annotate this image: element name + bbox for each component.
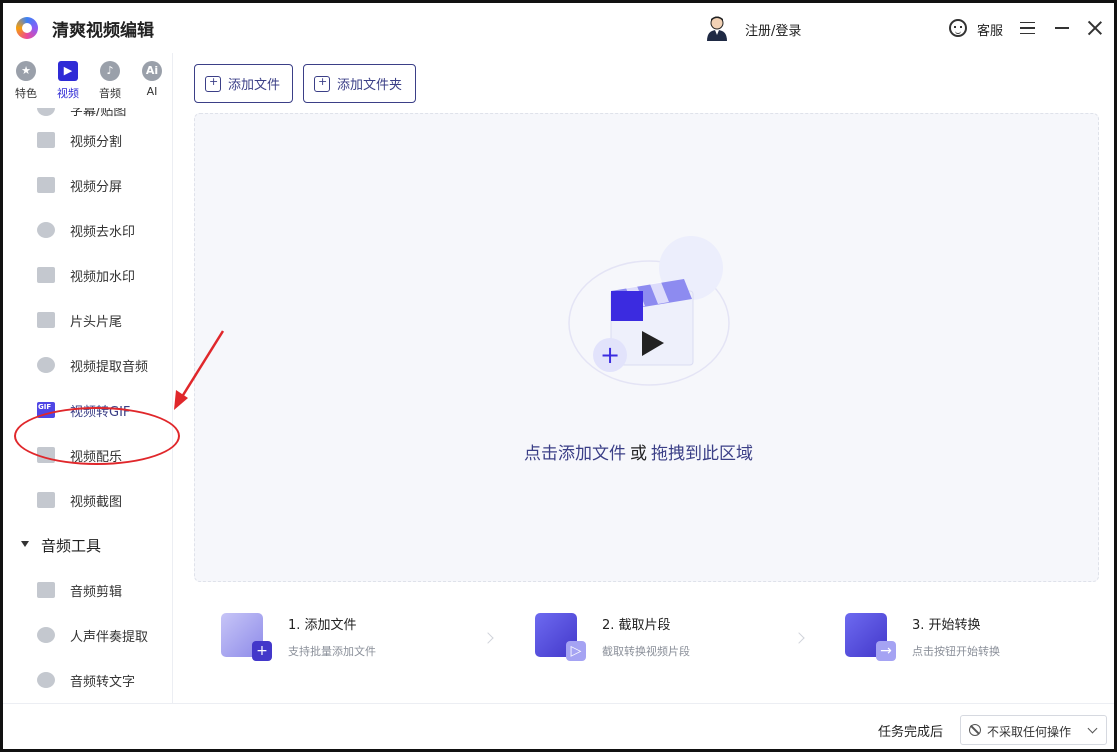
task-complete-label: 任务完成后: [878, 725, 944, 740]
add-folder-button[interactable]: 添加文件夹: [303, 64, 416, 103]
click-add-link[interactable]: 点击添加文件: [524, 444, 626, 464]
tool-label: 片头片尾: [70, 315, 123, 330]
workflow-steps: + 1. 添加文件 支持批量添加文件 ▷ 2. 截取片段 截取转换视频片段 → …: [194, 598, 1099, 678]
or-text: 或: [630, 444, 647, 464]
app-window: 清爽视频编辑 注册/登录 客服 ★ 特色 ▶ 视频 ♪ 音频 Ai AI 字幕/…: [0, 0, 1117, 752]
tab-featured[interactable]: ★ 特色: [8, 61, 44, 101]
speech-to-text-icon: [37, 672, 55, 688]
chevron-down-icon: [21, 541, 29, 547]
step-trim: ▷ 2. 截取片段 截取转换视频片段: [535, 608, 795, 668]
login-link[interactable]: 注册/登录: [745, 20, 801, 39]
close-icon[interactable]: [1087, 20, 1103, 36]
menu-icon[interactable]: [1020, 22, 1035, 34]
tool-label: 视频加水印: [70, 270, 136, 285]
tool-item-remove-watermark[interactable]: 视频去水印: [3, 208, 172, 253]
ai-icon: Ai: [142, 61, 162, 81]
step-title: 3. 开始转换: [912, 618, 981, 633]
tool-item-intro-outro[interactable]: 片头片尾: [3, 298, 172, 343]
star-icon: ★: [16, 61, 36, 81]
vocal-extract-icon: [37, 627, 55, 643]
tool-list: 字幕/贴图 视频分割 视频分屏 视频去水印 视频加水印 片头片尾 视频提取音频 …: [3, 98, 172, 703]
split-screen-icon: [37, 177, 55, 193]
tab-video[interactable]: ▶ 视频: [50, 61, 86, 101]
trim-step-icon: ▷: [535, 613, 586, 661]
add-file-step-icon: +: [221, 613, 272, 661]
tool-item-split-screen[interactable]: 视频分屏: [3, 163, 172, 208]
audio-section-header[interactable]: 音频工具: [3, 523, 172, 568]
ban-icon: [969, 724, 981, 736]
tool-label: 视频分割: [70, 135, 123, 150]
category-tabs: ★ 特色 ▶ 视频 ♪ 音频 Ai AI: [3, 53, 172, 108]
tool-item-extract-audio[interactable]: 视频提取音频: [3, 343, 172, 388]
tool-item-screenshot[interactable]: 视频截图: [3, 478, 172, 523]
extract-audio-icon: [37, 357, 55, 373]
convert-step-icon: →: [845, 613, 896, 661]
tool-label: 视频去水印: [70, 225, 136, 240]
annotation-arrow-icon: [174, 330, 225, 410]
chevron-right-icon: [482, 632, 494, 644]
tool-item-split[interactable]: 视频分割: [3, 118, 172, 163]
tool-label: 视频分屏: [70, 180, 123, 195]
tool-item-audio-cut[interactable]: 音频剪辑: [3, 568, 172, 613]
tab-ai[interactable]: Ai AI: [134, 61, 170, 98]
bottom-bar: 任务完成后 不采取任何操作: [3, 703, 1114, 749]
step-desc: 支持批量添加文件: [288, 645, 376, 658]
step-desc: 点击按钮开始转换: [912, 645, 1000, 658]
step-title: 1. 添加文件: [288, 618, 357, 633]
tool-item-speech-to-text[interactable]: 音频转文字: [3, 658, 172, 703]
tool-item-vocal-extract[interactable]: 人声伴奏提取: [3, 613, 172, 658]
tab-label: 音频: [99, 87, 121, 100]
svg-text:+: +: [600, 341, 620, 369]
split-icon: [37, 132, 55, 148]
app-logo-icon: [16, 17, 38, 39]
tool-label: 音频转文字: [70, 675, 136, 690]
step-title: 2. 截取片段: [602, 618, 671, 633]
chevron-right-icon: [793, 632, 805, 644]
music-icon: ♪: [100, 61, 120, 81]
tab-label: 视频: [57, 87, 79, 100]
intro-outro-icon: [37, 312, 55, 328]
tool-label: 视频提取音频: [70, 360, 149, 375]
chevron-down-icon: [1087, 723, 1098, 734]
drag-hint-text: 拖拽到此区域: [651, 444, 753, 464]
add-file-button[interactable]: 添加文件: [194, 64, 293, 103]
tool-item-add-watermark[interactable]: 视频加水印: [3, 253, 172, 298]
after-task-select[interactable]: 不采取任何操作: [960, 715, 1107, 745]
annotation-ellipse: [14, 407, 180, 465]
add-folder-icon: [314, 75, 330, 92]
app-title: 清爽视频编辑: [52, 21, 154, 41]
minimize-icon[interactable]: [1055, 27, 1069, 29]
remove-watermark-icon: [37, 222, 55, 238]
tab-label: AI: [146, 85, 158, 98]
add-file-icon: [205, 75, 221, 92]
section-title: 音频工具: [41, 537, 102, 555]
add-watermark-icon: [37, 267, 55, 283]
audio-cut-icon: [37, 582, 55, 598]
button-label: 添加文件: [228, 78, 281, 93]
button-label: 添加文件夹: [337, 78, 403, 93]
film-icon: ▶: [58, 61, 78, 81]
sidebar: ★ 特色 ▶ 视频 ♪ 音频 Ai AI 字幕/贴图 视频分割 视频分屏 视频去…: [3, 53, 173, 703]
step-desc: 截取转换视频片段: [602, 645, 690, 658]
step-add-file: + 1. 添加文件 支持批量添加文件: [221, 608, 481, 668]
select-value: 不采取任何操作: [987, 725, 1072, 739]
customer-service-label[interactable]: 客服: [977, 20, 1003, 39]
video-clapper-icon: +: [568, 236, 730, 386]
tool-label: 视频截图: [70, 495, 123, 510]
tab-audio[interactable]: ♪ 音频: [92, 61, 128, 101]
user-avatar-icon[interactable]: [706, 15, 728, 41]
drop-hint[interactable]: 点击添加文件或拖拽到此区域: [524, 439, 753, 464]
tab-label: 特色: [15, 87, 37, 100]
tool-label: 音频剪辑: [70, 585, 123, 600]
screenshot-icon: [37, 492, 55, 508]
customer-service-icon[interactable]: [949, 19, 967, 37]
step-convert: → 3. 开始转换 点击按钮开始转换: [845, 608, 1105, 668]
tool-label: 人声伴奏提取: [70, 630, 149, 645]
title-bar: 清爽视频编辑 注册/登录 客服: [3, 3, 1114, 53]
